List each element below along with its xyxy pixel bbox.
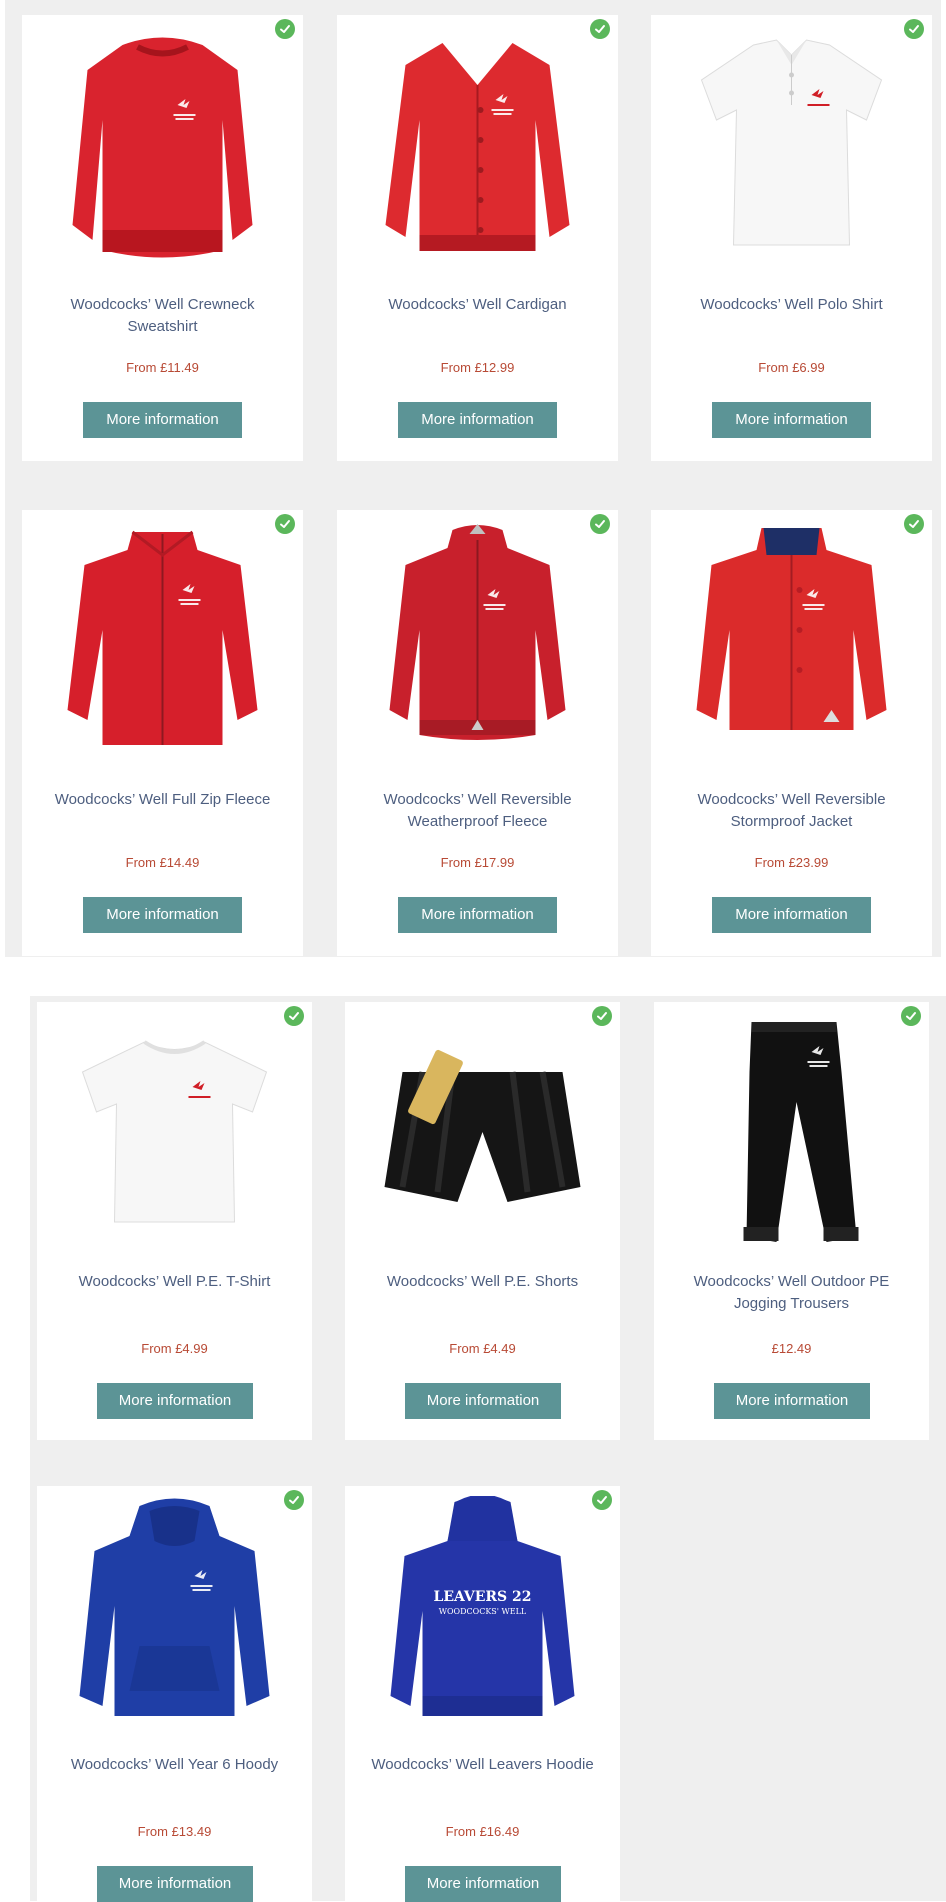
in-stock-check-icon [901, 1006, 921, 1026]
product-title[interactable]: Woodcocks’ Well Polo Shirt [671, 294, 912, 316]
product-card: Woodcocks’ Well P.E. Shorts From £4.49 Mor… [345, 1002, 620, 1440]
product-price: From £13.49 [137, 1824, 212, 1839]
in-stock-check-icon [592, 1490, 612, 1510]
product-price: From £14.49 [125, 855, 200, 870]
product-price: From £11.49 [126, 360, 199, 375]
in-stock-check-icon [275, 19, 295, 39]
in-stock-check-icon [592, 1006, 612, 1026]
product-image-cardigan[interactable] [367, 25, 588, 265]
product-image-storm-jacket[interactable] [681, 520, 902, 760]
in-stock-check-icon [590, 19, 610, 39]
product-card: Woodcocks’ Well Cardigan From £12.99 More … [337, 15, 618, 461]
product-image-fleece[interactable] [52, 520, 273, 760]
product-price: £12.49 [771, 1341, 812, 1356]
product-title[interactable]: Woodcocks’ Well Leavers Hoodie [363, 1754, 602, 1776]
leavers-print-line1: LEAVERS 22 [434, 1589, 532, 1605]
product-image-tshirt[interactable] [67, 1012, 282, 1252]
product-image-trousers[interactable] [684, 1012, 899, 1252]
product-title[interactable]: Woodcocks’ Well Cardigan [357, 294, 598, 316]
product-card: Woodcocks’ Well Crewneck Sweatshirt From … [22, 15, 303, 461]
product-title[interactable]: Woodcocks’ Well P.E. T-Shirt [55, 1271, 294, 1293]
product-price: From £16.49 [445, 1824, 520, 1839]
product-card: Woodcocks’ Well Reversible Weatherproof … [337, 510, 618, 956]
product-image-hoodie-back[interactable]: LEAVERS 22 WOODCOCKS' WELL [375, 1496, 590, 1736]
product-title[interactable]: Woodcocks’ Well Reversible Weatherproof … [357, 789, 598, 833]
more-information-button[interactable]: More information [405, 1383, 561, 1419]
in-stock-check-icon [904, 514, 924, 534]
product-title[interactable]: Woodcocks’ Well Outdoor PE Jogging Trous… [672, 1271, 911, 1315]
more-information-button[interactable]: More information [83, 897, 242, 933]
more-information-button[interactable]: More information [714, 1383, 870, 1419]
product-title[interactable]: Woodcocks’ Well Year 6 Hoody [55, 1754, 294, 1776]
in-stock-check-icon [904, 19, 924, 39]
product-price: From £23.99 [754, 855, 829, 870]
product-title[interactable]: Woodcocks’ Well Crewneck Sweatshirt [42, 294, 283, 338]
more-information-button[interactable]: More information [83, 402, 242, 438]
product-image-shorts[interactable] [375, 1012, 590, 1252]
more-information-button[interactable]: More information [97, 1866, 253, 1902]
product-card: Woodcocks’ Well Reversible Stormproof Ja… [651, 510, 932, 956]
more-information-button[interactable]: More information [712, 402, 871, 438]
product-card: Woodcocks’ Well P.E. T-Shirt From £4.99 Mo… [37, 1002, 312, 1440]
product-image-polo[interactable] [681, 25, 902, 265]
more-information-button[interactable]: More information [712, 897, 871, 933]
product-price: From £4.49 [449, 1341, 516, 1356]
product-image-hoody[interactable] [67, 1496, 282, 1736]
product-card: Woodcocks’ Well Full Zip Fleece From £14.… [22, 510, 303, 956]
in-stock-check-icon [284, 1006, 304, 1026]
more-information-button[interactable]: More information [398, 897, 557, 933]
product-title[interactable]: Woodcocks’ Well Full Zip Fleece [42, 789, 283, 811]
more-information-button[interactable]: More information [405, 1866, 561, 1902]
product-title[interactable]: Woodcocks’ Well P.E. Shorts [363, 1271, 602, 1293]
product-card: LEAVERS 22 WOODCOCKS' WELL Woodcocks’ Well… [345, 1486, 620, 1902]
product-price: From £4.99 [141, 1341, 208, 1356]
product-card: Woodcocks’ Well Year 6 Hoody From £13.49 M… [37, 1486, 312, 1902]
in-stock-check-icon [590, 514, 610, 534]
leavers-print-line2: WOODCOCKS' WELL [439, 1607, 527, 1616]
in-stock-check-icon [275, 514, 295, 534]
product-price: From £17.99 [440, 855, 515, 870]
product-card: Woodcocks’ Well Outdoor PE Jogging Trous… [654, 1002, 929, 1440]
product-image-jacket[interactable] [367, 520, 588, 760]
product-image-sweatshirt[interactable] [52, 25, 273, 265]
product-price: From £6.99 [758, 360, 825, 375]
product-price: From £12.99 [440, 360, 515, 375]
more-information-button[interactable]: More information [398, 402, 557, 438]
product-card: Woodcocks’ Well Polo Shirt From £6.99 More… [651, 15, 932, 461]
product-title[interactable]: Woodcocks’ Well Reversible Stormproof Ja… [671, 789, 912, 833]
more-information-button[interactable]: More information [97, 1383, 253, 1419]
in-stock-check-icon [284, 1490, 304, 1510]
